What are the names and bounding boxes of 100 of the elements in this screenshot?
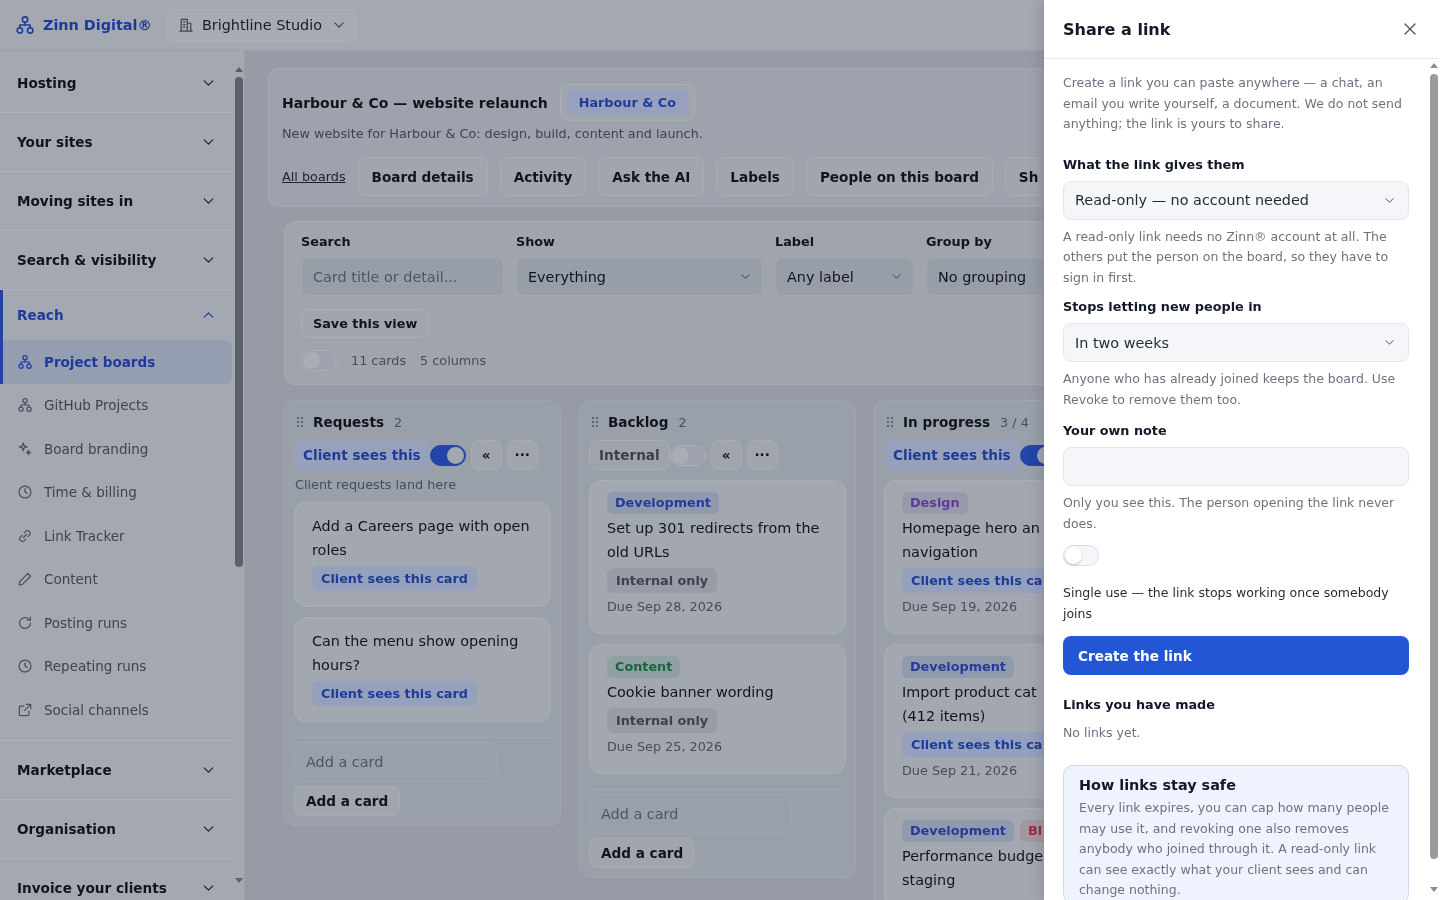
chevron-down-icon <box>892 274 901 279</box>
sidebar-item[interactable]: Link Tracker <box>0 514 232 558</box>
sidebar-section[interactable]: Organisation <box>0 799 232 858</box>
access-select[interactable]: Read-only — no account needed <box>1063 180 1409 220</box>
help-text: A read-only link needs no Zinn® account at all. The others put the person on the board, so they have to sign in first. <box>1063 227 1390 287</box>
label-tag: Content <box>607 656 681 678</box>
chevron-down-icon <box>1385 340 1394 345</box>
create-link-button[interactable]: Create the link <box>1063 636 1409 675</box>
sidebar-item[interactable]: Posting runs <box>0 601 232 645</box>
help-text: Anyone who has already joined keeps the board. Use Revoke to remove them too. <box>1063 370 1397 409</box>
visibility-label: Internal <box>589 440 670 470</box>
board-nav-button[interactable]: People on this board <box>805 157 993 196</box>
visibility-toggle[interactable] <box>429 444 466 466</box>
building-icon <box>178 18 193 32</box>
board-title: Harbour & Co — website relaunch <box>282 94 548 111</box>
card-count: 2 <box>678 414 687 430</box>
board-card[interactable]: Can the menu show opening hours? Client sees this card <box>294 617 551 722</box>
chevron-down-icon <box>203 825 214 832</box>
sidebar-item[interactable]: Project boards <box>0 340 232 384</box>
board-nav-button[interactable]: Labels <box>716 157 794 196</box>
label-tag: Bl <box>1019 820 1044 842</box>
chevron-down-icon <box>203 198 214 204</box>
column-note: Client requests land here <box>294 477 458 492</box>
client-tag: Harbour & Co <box>566 90 688 115</box>
sidebar-item[interactable]: Content <box>0 557 232 601</box>
group-by-select[interactable]: No grouping <box>926 257 1044 296</box>
field-label: Label <box>775 234 815 249</box>
add-card-button[interactable]: Add a card <box>294 786 401 816</box>
chevron-down-icon <box>203 257 214 263</box>
sidebar-section[interactable]: Reach <box>0 290 232 340</box>
card-title: Homepage hero an navigation <box>902 519 1041 562</box>
board-card[interactable]: Development Import product cat (412 items) Client sees this ca Due Sep 21, 2026 <box>884 644 1044 798</box>
chevron-down-icon <box>203 139 214 145</box>
board-card[interactable]: Development Set up 301 redirects from the old URLs Internal only Due Sep 28, 2026 <box>589 480 846 634</box>
board-nav-button[interactable]: Sh <box>1004 157 1039 196</box>
collapse-button[interactable]: « <box>710 440 742 470</box>
more-button[interactable]: ··· <box>746 440 778 470</box>
board-nav-button[interactable]: Activity <box>499 157 587 196</box>
sidebar-section[interactable]: Marketplace <box>0 740 232 799</box>
search-field[interactable]: Card title or detail... <box>301 257 504 296</box>
add-card-field[interactable]: Add a card <box>294 742 497 782</box>
visibility-toggle[interactable] <box>1019 444 1044 466</box>
clock-icon <box>18 659 32 674</box>
info-title: How links stay safe <box>1079 776 1237 794</box>
more-button[interactable]: ··· <box>506 440 538 470</box>
sidebar-item[interactable]: GitHub Projects <box>0 383 232 427</box>
single-use-toggle[interactable] <box>1063 545 1099 566</box>
note-field[interactable] <box>1063 447 1409 486</box>
board-card[interactable]: Content Cookie banner wording Internal only Due Sep 25, 2026 <box>589 644 846 774</box>
card-title: Add a Careers page with open roles <box>312 517 531 560</box>
sparkles-icon <box>18 441 32 456</box>
sidebar-section[interactable]: Moving sites in <box>0 172 232 230</box>
all-boards-link[interactable]: All boards <box>282 169 346 184</box>
close-button[interactable] <box>1404 23 1416 35</box>
chevron-down-icon <box>203 766 214 773</box>
label-select[interactable]: Any label <box>775 257 914 296</box>
scrollbar-thumb[interactable] <box>234 77 243 567</box>
board-card[interactable]: Development Bl Performance budge staging <box>884 808 1044 900</box>
board-card[interactable]: Add a Careers page with open roles Client sees this card <box>294 502 551 607</box>
column-count: 5 columns <box>420 353 487 368</box>
field-label: Stops letting new people in <box>1063 299 1263 314</box>
due-date: Due Sep 19, 2026 <box>902 598 1019 616</box>
field-label: Group by <box>926 234 993 249</box>
board-nav-button[interactable]: Ask the AI <box>598 157 705 196</box>
board-card[interactable]: Design Homepage hero an navigation Client sees this ca Due Sep 19, 2026 <box>884 480 1044 634</box>
scrollbar-thumb[interactable] <box>1430 74 1438 859</box>
sidebar-item[interactable]: Repeating runs <box>0 644 232 688</box>
hierarchy-icon <box>18 398 32 413</box>
chevron-down-icon <box>741 274 750 279</box>
label-tag: Development <box>902 820 1014 842</box>
label-tag: Design <box>902 492 968 514</box>
clock-icon <box>18 485 32 500</box>
field-label: Search <box>301 234 352 249</box>
sidebar-section[interactable]: Hosting <box>0 54 232 112</box>
save-view-button[interactable]: Save this view <box>301 309 430 338</box>
card-title: Set up 301 redirects from the old URLs <box>607 519 821 562</box>
sidebar-item[interactable]: Board branding <box>0 427 232 471</box>
add-card-button[interactable]: Add a card <box>589 838 696 868</box>
sidebar-section[interactable]: Invoice your clients <box>0 858 232 900</box>
card-count: 2 <box>394 414 403 430</box>
expiry-select[interactable]: In two weeks <box>1063 323 1409 362</box>
sidebar-section[interactable]: Search & visibility <box>0 231 232 289</box>
column-title: Backlog <box>608 414 669 430</box>
column-title: In progress <box>903 414 991 430</box>
workspace-switcher[interactable]: Brightline Studio <box>165 8 357 42</box>
collapse-button[interactable]: « <box>470 440 502 470</box>
link-icon <box>18 528 32 543</box>
card-title: Import product cat (412 items) <box>902 683 1038 726</box>
scroll-down-icon <box>234 878 243 883</box>
brand-link[interactable]: Zinn Digital® <box>16 16 152 34</box>
sidebar-item[interactable]: Time & billing <box>0 470 232 514</box>
add-card-field[interactable]: Add a card <box>589 794 792 834</box>
card-count: 11 cards <box>351 353 407 368</box>
sidebar-item[interactable]: Social channels <box>0 688 232 732</box>
label-tag: Development <box>902 656 1014 678</box>
info-text: Every link expires, you can cap how many people may use it, and revoking one also removes anybody who joined through it. A read-only link can see exactly what your client sees and can change nothing. <box>1079 799 1390 899</box>
sidebar-section[interactable]: Your sites <box>0 113 232 171</box>
show-select[interactable]: Everything <box>516 257 763 296</box>
board-nav-button[interactable]: Board details <box>357 157 488 196</box>
empty-state-text: No links yet. <box>1063 725 1142 740</box>
